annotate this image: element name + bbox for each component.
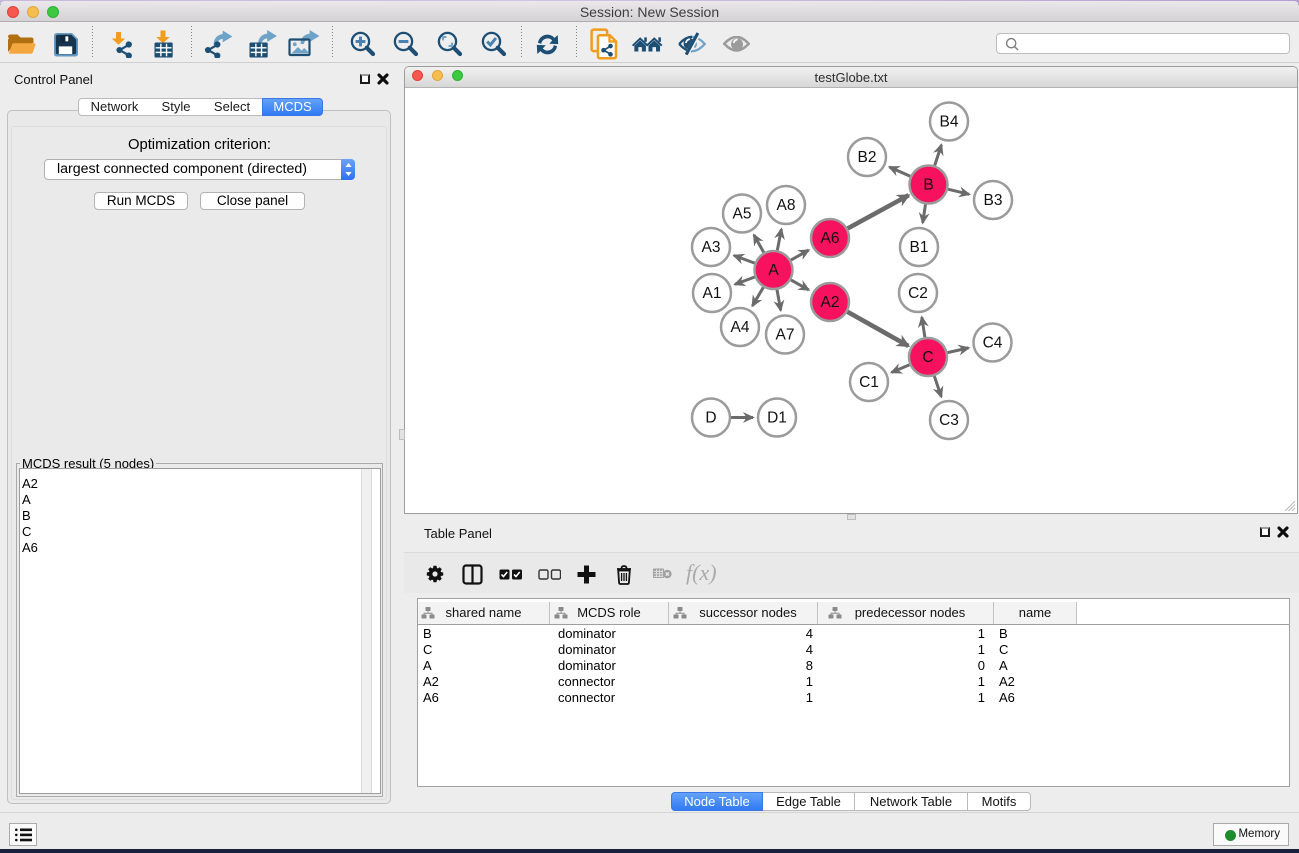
svg-text:C4: C4 — [982, 334, 1002, 351]
svg-text:B: B — [923, 176, 933, 193]
svg-text:C3: C3 — [939, 412, 959, 429]
svg-text:D: D — [705, 409, 716, 426]
svg-text:A7: A7 — [775, 326, 794, 343]
svg-text:A: A — [768, 262, 779, 279]
svg-text:C1: C1 — [859, 374, 879, 391]
svg-text:A4: A4 — [730, 319, 749, 336]
svg-text:A2: A2 — [820, 294, 839, 311]
svg-text:B3: B3 — [983, 192, 1002, 209]
svg-text:C2: C2 — [908, 285, 928, 302]
svg-text:f(x): f(x) — [686, 563, 716, 585]
svg-text:A8: A8 — [776, 197, 795, 214]
svg-text:A3: A3 — [701, 239, 720, 256]
svg-text:B4: B4 — [939, 113, 958, 130]
svg-text:C: C — [922, 349, 933, 366]
svg-text:B1: B1 — [909, 239, 928, 256]
svg-text:A1: A1 — [702, 285, 721, 302]
svg-text:A5: A5 — [732, 205, 751, 222]
svg-text:A6: A6 — [820, 230, 839, 247]
svg-text:B2: B2 — [857, 149, 876, 166]
svg-text:D1: D1 — [767, 409, 787, 426]
